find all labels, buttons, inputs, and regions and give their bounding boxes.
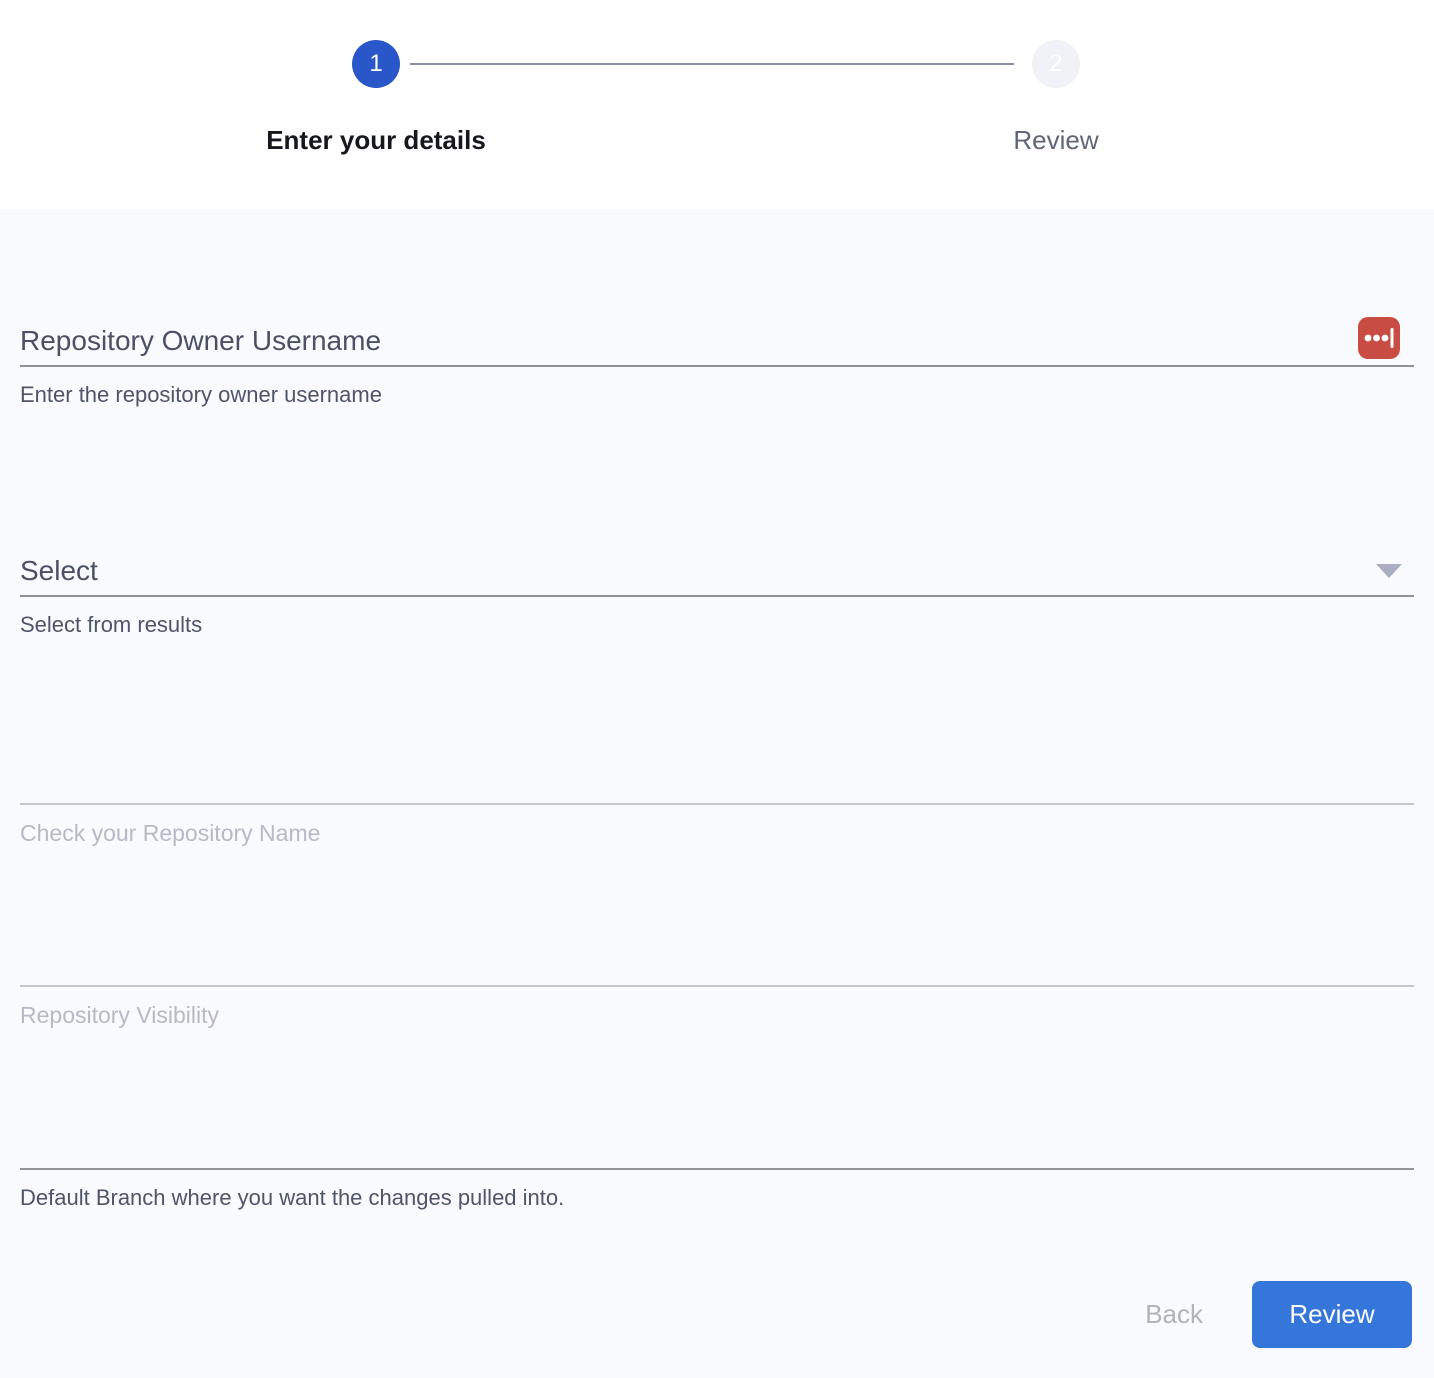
field-helper-text: Repository Visibility	[20, 1001, 1414, 1029]
field-default-branch: Default Branch where you want the change…	[20, 1114, 1414, 1212]
field-select-results: Select Select from results	[20, 541, 1414, 639]
field-helper-text: Select from results	[20, 611, 1414, 639]
review-button[interactable]: Review	[1252, 1281, 1412, 1348]
stepper-connector-line	[410, 63, 1014, 65]
field-repository-name: Check your Repository Name	[20, 749, 1414, 847]
select-results-dropdown[interactable]: Select	[20, 541, 1414, 597]
repository-name-control	[20, 749, 1414, 805]
field-helper-text: Default Branch where you want the change…	[20, 1184, 1414, 1212]
default-branch-input[interactable]	[20, 1128, 1414, 1160]
default-branch-control	[20, 1114, 1414, 1170]
step-1-number: 1	[369, 50, 382, 78]
form-actions: Back Review	[1145, 1281, 1412, 1348]
field-helper-text: Enter the repository owner username	[20, 381, 1414, 409]
step-2-indicator[interactable]: 2	[1032, 40, 1080, 88]
stepper: 1 2 Enter your details Review	[0, 0, 1434, 209]
step-1-label: Enter your details	[216, 124, 536, 156]
repository-owner-username-input[interactable]	[20, 325, 1414, 357]
wizard-page: 1 2 Enter your details Review	[0, 0, 1434, 1378]
field-helper-text: Check your Repository Name	[20, 819, 1414, 847]
password-manager-autofill-icon[interactable]	[1358, 317, 1400, 359]
step-1-indicator[interactable]: 1	[352, 40, 400, 88]
form-area: Enter the repository owner username Sele…	[0, 209, 1434, 1378]
repository-name-input	[20, 763, 1414, 795]
select-results-value: Select	[20, 555, 1414, 587]
repository-owner-username-control	[20, 311, 1414, 367]
field-repository-owner-username: Enter the repository owner username	[20, 311, 1414, 409]
step-2-number: 2	[1049, 50, 1062, 78]
repository-visibility-control	[20, 931, 1414, 987]
step-2-label: Review	[896, 124, 1216, 156]
chevron-down-icon	[1376, 564, 1402, 578]
repository-visibility-input	[20, 945, 1414, 977]
back-button[interactable]: Back	[1145, 1299, 1203, 1330]
field-repository-visibility: Repository Visibility	[20, 931, 1414, 1029]
